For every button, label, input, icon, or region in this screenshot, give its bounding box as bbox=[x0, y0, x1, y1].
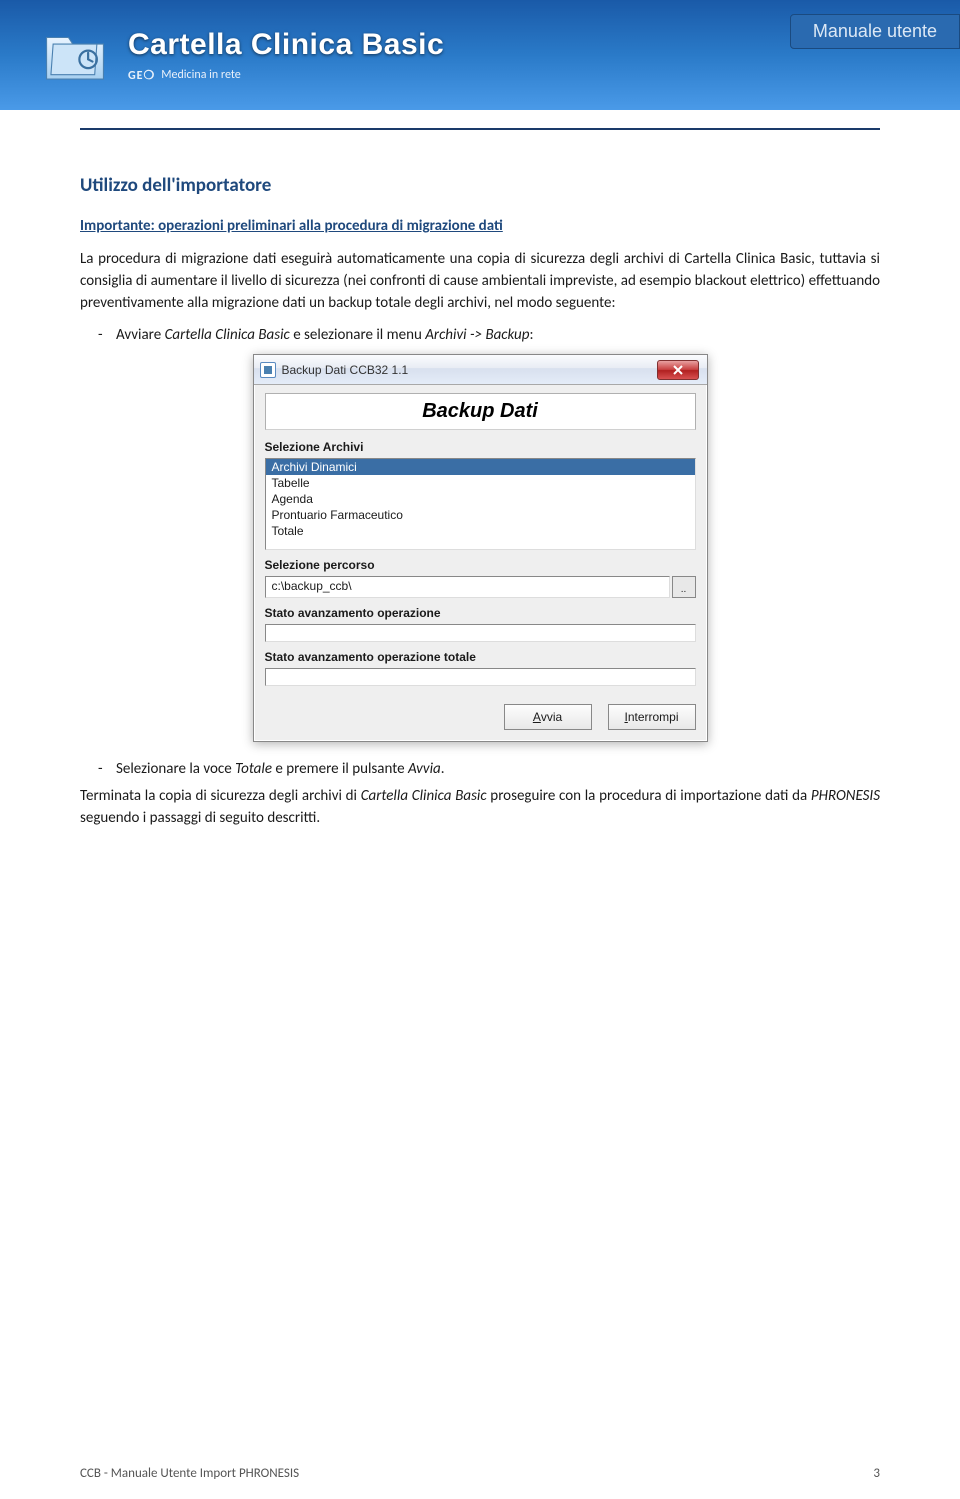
label-progress-1: Stato avanzamento operazione bbox=[265, 606, 696, 620]
list-option[interactable]: Prontuario Farmaceutico bbox=[266, 507, 695, 523]
doc-banner: Cartella Clinica Basic GE❍ Medicina in r… bbox=[0, 0, 960, 110]
label-percorso: Selezione percorso bbox=[265, 558, 696, 572]
banner-subtitle: GE❍ Medicina in rete bbox=[128, 68, 444, 83]
list-option[interactable]: Archivi Dinamici bbox=[266, 459, 695, 475]
browse-button[interactable]: .. bbox=[672, 576, 696, 598]
list-item: Selezionare la voce Totale e premere il … bbox=[80, 760, 880, 778]
brand-tagline: Medicina in rete bbox=[161, 68, 240, 82]
avvia-button[interactable]: Avvia bbox=[504, 704, 592, 730]
progress-bar-2 bbox=[265, 668, 696, 686]
page-number: 3 bbox=[873, 1466, 880, 1481]
dialog-titlebar: Backup Dati CCB32 1.1 bbox=[254, 355, 707, 385]
page-footer: CCB - Manuale Utente Import PHRONESIS 3 bbox=[0, 1466, 960, 1481]
app-icon bbox=[260, 362, 276, 378]
archivi-listbox[interactable]: Archivi Dinamici Tabelle Agenda Prontuar… bbox=[265, 458, 696, 550]
progress-bar-1 bbox=[265, 624, 696, 642]
section-heading: Utilizzo dell'importatore bbox=[80, 174, 880, 197]
closing-paragraph: Terminata la copia di sicurezza degli ar… bbox=[80, 786, 880, 830]
section-subheading: Importante: operazioni preliminari alla … bbox=[80, 217, 880, 235]
interrompi-button[interactable]: Interrompi bbox=[608, 704, 696, 730]
intro-paragraph: La procedura di migrazione dati eseguirà… bbox=[80, 249, 880, 314]
brand-geo: GE❍ bbox=[128, 68, 155, 83]
label-archivi: Selezione Archivi bbox=[265, 440, 696, 454]
list-option[interactable]: Tabelle bbox=[266, 475, 695, 491]
close-button[interactable] bbox=[657, 360, 699, 380]
footer-left: CCB - Manuale Utente Import PHRONESIS bbox=[80, 1466, 299, 1481]
path-input[interactable]: c:\backup_ccb\ bbox=[265, 576, 670, 598]
banner-folder-icon bbox=[40, 20, 110, 90]
list-option[interactable]: Totale bbox=[266, 523, 695, 539]
dialog-title: Backup Dati CCB32 1.1 bbox=[282, 363, 409, 377]
backup-dialog: Backup Dati CCB32 1.1 Backup Dati Selezi… bbox=[253, 354, 708, 742]
list-item: Avviare Cartella Clinica Basic e selezio… bbox=[80, 326, 880, 344]
close-icon bbox=[673, 365, 683, 375]
label-progress-2: Stato avanzamento operazione totale bbox=[265, 650, 696, 664]
manual-badge: Manuale utente bbox=[790, 14, 960, 49]
dialog-header: Backup Dati bbox=[265, 393, 696, 430]
banner-title: Cartella Clinica Basic bbox=[128, 28, 444, 62]
list-option[interactable]: Agenda bbox=[266, 491, 695, 507]
